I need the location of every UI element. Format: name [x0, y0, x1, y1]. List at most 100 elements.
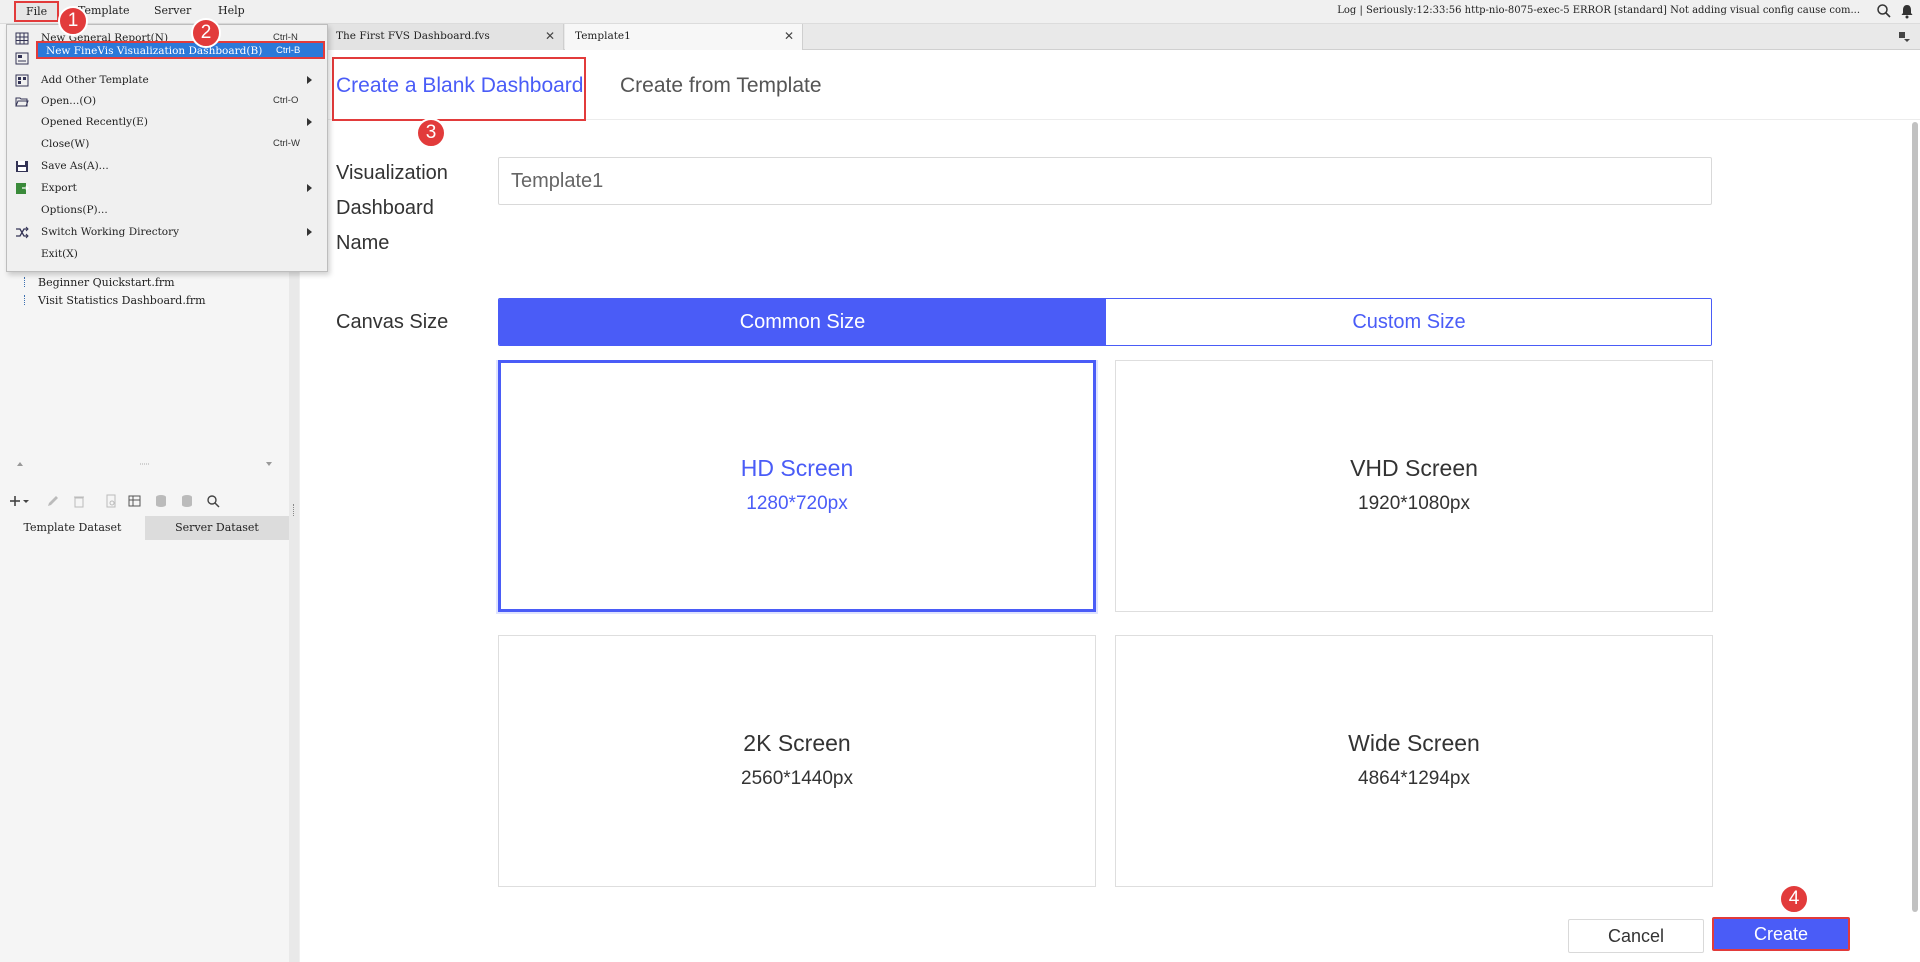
- card-title: HD Screen: [740, 455, 854, 481]
- card-size: 1920*1080px: [1358, 493, 1470, 514]
- step-marker-1: 1: [58, 6, 88, 36]
- size-card-hd[interactable]: HD Screen 1280*720px: [498, 360, 1096, 612]
- add-icon[interactable]: [8, 494, 22, 508]
- menu-item-label: Options(P)...: [41, 204, 108, 216]
- card-size: 4864*1294px: [1358, 768, 1470, 789]
- menu-item-label: Switch Working Directory: [41, 226, 180, 238]
- menu-server[interactable]: Server: [154, 4, 191, 17]
- menu-item-options[interactable]: Options(P)...: [7, 200, 327, 221]
- dataset-tabs: Template Dataset Server Dataset: [0, 516, 292, 540]
- step-marker-2: 2: [191, 18, 221, 48]
- caret-right-icon: [307, 228, 312, 236]
- close-icon[interactable]: ✕: [545, 29, 555, 43]
- menu-bar: File Template Server Help Log | Seriousl…: [0, 0, 1920, 24]
- new-dashboard-dialog: Create a Blank Dashboard Create from Tem…: [300, 50, 1920, 962]
- delete-icon[interactable]: [72, 494, 86, 508]
- menu-item-label: Opened Recently(E): [41, 116, 148, 128]
- splitter-grip: [293, 504, 295, 516]
- file-icon: [24, 295, 32, 305]
- label-line: Visualization: [336, 162, 448, 184]
- database-icon[interactable]: [154, 494, 168, 508]
- menu-item-switch-working-directory[interactable]: Switch Working Directory: [7, 222, 327, 243]
- close-icon[interactable]: ✕: [784, 29, 794, 43]
- menu-item-label: Exit(X): [41, 248, 78, 260]
- panel-splitter[interactable]: [0, 460, 292, 468]
- preview-icon[interactable]: [104, 494, 118, 508]
- tab-list-icon[interactable]: [1898, 31, 1910, 43]
- card-size: 1280*720px: [746, 493, 848, 514]
- size-card-vhd[interactable]: VHD Screen 1920*1080px: [1115, 360, 1713, 612]
- menu-file[interactable]: File: [14, 1, 60, 22]
- menu-shortcut: Ctrl-O: [273, 95, 299, 106]
- caret-right-icon: [307, 118, 312, 126]
- menu-item-opened-recently[interactable]: Opened Recently(E): [7, 112, 327, 133]
- database-refresh-icon[interactable]: [180, 494, 194, 508]
- tree-file-label: Visit Statistics Dashboard.frm: [38, 294, 206, 307]
- tree-file-item[interactable]: Visit Statistics Dashboard.frm: [24, 294, 206, 307]
- card-title: VHD Screen: [1350, 455, 1478, 481]
- doc-tab-label: Template1: [575, 30, 631, 42]
- chevron-down-icon[interactable]: [22, 494, 30, 508]
- menu-shortcut: Ctrl-B: [276, 45, 301, 56]
- menu-item-label: Close(W): [41, 138, 90, 150]
- scrollbar-thumb[interactable]: [1912, 122, 1918, 912]
- grid-report-icon: [15, 32, 29, 45]
- caret-right-icon: [307, 76, 312, 84]
- menu-shortcut: Ctrl-W: [273, 138, 300, 149]
- menu-item-export[interactable]: Export: [7, 178, 327, 199]
- size-cards-grid: HD Screen 1280*720px VHD Screen 1920*108…: [490, 360, 1720, 894]
- menu-item-close[interactable]: Close(W) Ctrl-W: [7, 134, 327, 155]
- card-title: 2K Screen: [743, 730, 851, 756]
- doc-tab-label: The First FVS Dashboard.fvs: [336, 30, 490, 42]
- step-marker-3: 3: [416, 118, 446, 148]
- step-marker-4: 4: [1779, 884, 1809, 914]
- folder-open-icon: [15, 97, 29, 107]
- dataset-edit-icon[interactable]: [128, 494, 142, 508]
- size-card-wide[interactable]: Wide Screen 4864*1294px: [1115, 635, 1713, 887]
- caret-right-icon: [307, 184, 312, 192]
- dialog-scrollbar[interactable]: [1910, 122, 1920, 962]
- tab-create-from-template[interactable]: Create from Template: [620, 74, 822, 98]
- switch-icon: [16, 226, 29, 239]
- custom-size-button[interactable]: Custom Size: [1105, 299, 1711, 345]
- menu-item-exit[interactable]: Exit(X): [7, 244, 327, 265]
- tab-template-dataset[interactable]: Template Dataset: [0, 516, 145, 540]
- file-dropdown-menu: New General Report(N) Ctrl-N New FineVis…: [6, 24, 328, 272]
- tree-file-label: Beginner Quickstart.frm: [38, 276, 175, 289]
- menu-item-label: Open...(O): [41, 95, 97, 107]
- dashboard-name-input[interactable]: Template1: [498, 157, 1712, 205]
- bell-icon[interactable]: [1900, 3, 1914, 19]
- menu-item-save-as[interactable]: Save As(A)...: [7, 156, 327, 177]
- create-dashboard-button[interactable]: Create Dashboard: [1712, 917, 1850, 962]
- search-icon[interactable]: [1876, 3, 1892, 19]
- edit-icon[interactable]: [46, 494, 60, 508]
- search-icon[interactable]: [206, 494, 220, 508]
- dashboard-name-label: Visualization Dashboard Name: [336, 156, 448, 261]
- menu-help[interactable]: Help: [218, 4, 245, 17]
- highlight-box: [332, 57, 586, 121]
- dataset-toolbar: [0, 490, 292, 512]
- common-size-button[interactable]: Common Size: [499, 299, 1106, 345]
- doc-tab-template1[interactable]: Template1 ✕: [565, 24, 803, 50]
- tab-server-dataset[interactable]: Server Dataset: [145, 516, 289, 540]
- menu-item-open[interactable]: Open...(O) Ctrl-O: [7, 91, 327, 112]
- menu-item-add-other-template[interactable]: Add Other Template: [7, 70, 327, 91]
- doc-tab-first-fvs[interactable]: The First FVS Dashboard.fvs ✕: [326, 24, 564, 50]
- file-icon: [24, 277, 32, 287]
- menu-item-label: Export: [41, 182, 77, 194]
- card-size: 2560*1440px: [741, 768, 853, 789]
- document-tabs: The First FVS Dashboard.fvs ✕ Template1 …: [326, 24, 1920, 50]
- size-card-2k[interactable]: 2K Screen 2560*1440px: [498, 635, 1096, 887]
- menu-item-new-finevis-dashboard[interactable]: New FineVis Visualization Dashboard(B) C…: [36, 41, 325, 59]
- menu-item-label: New FineVis Visualization Dashboard(B): [46, 45, 263, 57]
- label-line: Name: [336, 232, 390, 254]
- log-status-text[interactable]: Log | Seriously:12:33:56 http-nio-8075-e…: [1337, 5, 1860, 16]
- tree-file-item[interactable]: Beginner Quickstart.frm: [24, 276, 175, 289]
- label-line: Dashboard: [336, 197, 434, 219]
- card-title: Wide Screen: [1348, 730, 1480, 756]
- export-icon: [16, 183, 29, 194]
- dashboard-icon: [15, 52, 29, 65]
- cancel-button[interactable]: Cancel: [1568, 919, 1704, 953]
- template-icon: [15, 74, 29, 87]
- app-window: File Template Server Help Log | Seriousl…: [0, 0, 1920, 962]
